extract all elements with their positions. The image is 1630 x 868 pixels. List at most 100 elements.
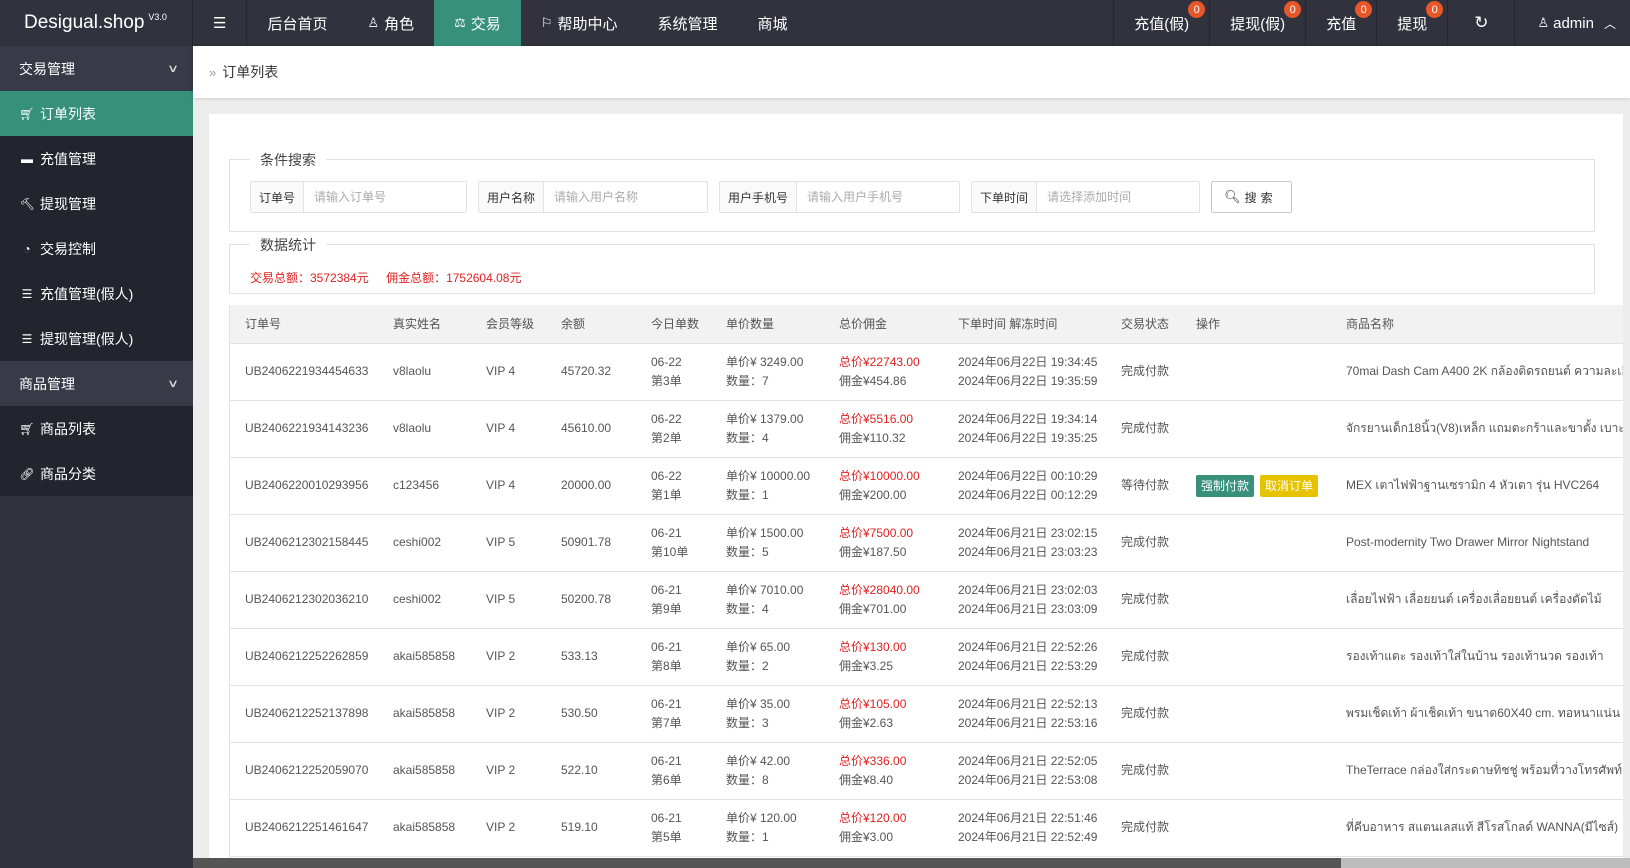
search-button[interactable]: 🔍︎ 搜索 xyxy=(1211,181,1292,213)
nav-help[interactable]: ⚐ 帮助中心 xyxy=(521,0,638,46)
product-name: พรมเช็ดเท้า ผ้าเช็ดเท้า ขนาด60X40 cm. ทอ… xyxy=(1346,706,1621,720)
quantity: 数量：4 xyxy=(726,430,769,445)
scale-icon: ⚖ xyxy=(454,15,466,30)
sidebar-item-goods-list[interactable]: 🛒︎ 商品列表 xyxy=(0,406,193,451)
order-sequence: 第9单 xyxy=(651,601,682,616)
order-date: 06-22 xyxy=(651,354,682,369)
order-sequence: 第5单 xyxy=(651,829,682,844)
unit-price: 单价¥ 1379.00 xyxy=(726,411,804,426)
sidebar-item-label: 提现管理 xyxy=(40,195,96,212)
order-time: 2024年06月21日 23:02:15 xyxy=(958,525,1098,540)
quantity: 数量：2 xyxy=(726,658,769,673)
order-date: 06-21 xyxy=(651,810,682,825)
nav-role[interactable]: ♙ 角色 xyxy=(347,0,434,46)
order-date: 06-21 xyxy=(651,639,682,654)
cancel-order-button[interactable]: 取消订单 xyxy=(1260,474,1319,497)
recharge-label: 充值 xyxy=(1326,15,1357,33)
chevron-down-icon: ∨ xyxy=(166,63,180,75)
force-pay-button[interactable]: 强制付款 xyxy=(1196,474,1255,497)
sidebar-group-label: 商品管理 xyxy=(19,375,75,392)
refresh-button[interactable]: ↻ xyxy=(1447,0,1514,46)
commission: 佣金¥3.00 xyxy=(839,829,894,844)
top-nav: ☰ 后台首页 ♙ 角色 ⚖ 交易 ⚐ 帮助中心 系统管理 商城 xyxy=(193,0,808,46)
sidebar-item-withdraw[interactable]: 🔨︎ 提现管理 xyxy=(0,181,193,226)
real-name: akai585858 xyxy=(393,649,456,663)
table-row: UB2406212302158445 ceshi002 VIP 5 50901.78 0… xyxy=(230,514,1623,572)
product-name: 70mai Dash Cam A400 2K กล้องติดรถยนต์ คว… xyxy=(1346,364,1623,378)
balance: 20000.00 xyxy=(561,478,612,492)
withdraw-button[interactable]: 提现 0 xyxy=(1376,0,1447,46)
unit-price: 单价¥ 10000.00 xyxy=(726,468,811,483)
gauge-icon: ◔ xyxy=(23,241,31,256)
header-right: 充值(假) 0 提现(假) 0 充值 0 提现 0 ↻ ♙ admin ︿ xyxy=(1113,0,1630,46)
fake-withdraw-button[interactable]: 提现(假) 0 xyxy=(1209,0,1305,46)
search-fieldset: 条件搜索 订单号 用户名称 用户手机号 下单时间 xyxy=(229,150,1595,232)
nav-help-label: 帮助中心 xyxy=(557,15,618,33)
real-name: ceshi002 xyxy=(393,592,442,606)
logo[interactable]: Desigual.shop V3.0 xyxy=(0,0,193,46)
order-sequence: 第8单 xyxy=(651,658,682,673)
sidebar-item-order-list[interactable]: 🛒︎ 订单列表 xyxy=(0,91,193,136)
horizontal-scrollbar[interactable] xyxy=(193,858,1630,868)
sidebar-item-fake-withdraw[interactable]: ☰ 提现管理(假人) xyxy=(0,316,193,361)
order-no-input[interactable] xyxy=(304,182,467,212)
member-level: VIP 2 xyxy=(486,820,516,834)
balance: 519.10 xyxy=(561,820,598,834)
sidebar-item-trade-control[interactable]: ◔ 交易控制 xyxy=(0,226,193,271)
content-panel: 条件搜索 订单号 用户名称 用户手机号 下单时间 xyxy=(209,114,1623,868)
unfreeze-time: 2024年06月21日 23:03:23 xyxy=(958,544,1098,559)
table-row: UB2406221934454633 v8laolu VIP 4 45720.32 06… xyxy=(230,343,1623,401)
nav-home[interactable]: 后台首页 xyxy=(247,0,347,46)
balance: 530.50 xyxy=(561,706,598,720)
user-menu[interactable]: ♙ admin ︿ xyxy=(1514,0,1630,46)
sidebar-item-label: 商品列表 xyxy=(40,420,96,437)
col-actions: 操作 xyxy=(1181,305,1331,344)
order-time-field: 下单时间 xyxy=(971,181,1201,213)
balance: 533.13 xyxy=(561,649,598,663)
nav-role-label: 角色 xyxy=(384,15,415,33)
fake-withdraw-label: 提现(假) xyxy=(1230,15,1286,33)
order-number: UB2406212252137898 xyxy=(245,706,369,720)
order-no-label: 订单号 xyxy=(251,182,305,212)
member-level: VIP 4 xyxy=(486,478,516,492)
scrollbar-thumb[interactable] xyxy=(193,858,1341,868)
nav-mall[interactable]: 商城 xyxy=(738,0,808,46)
recharge-badge: 0 xyxy=(1355,1,1373,18)
fake-recharge-button[interactable]: 充值(假) 0 xyxy=(1113,0,1209,46)
order-sequence: 第2单 xyxy=(651,430,682,445)
recharge-button[interactable]: 充值 0 xyxy=(1305,0,1376,46)
sidebar-group-trade[interactable]: 交易管理 ∨ xyxy=(0,46,193,91)
quantity: 数量：1 xyxy=(726,487,769,502)
order-number: UB2406212302036210 xyxy=(245,592,369,606)
nav-system[interactable]: 系统管理 xyxy=(637,0,737,46)
double-chevron-right-icon: » xyxy=(209,64,217,80)
table-row: UB2406212252137898 akai585858 VIP 2 530.50 0… xyxy=(230,685,1623,743)
sidebar-item-fake-recharge[interactable]: ☰ 充值管理(假人) xyxy=(0,271,193,316)
nav-trade[interactable]: ⚖ 交易 xyxy=(434,0,521,46)
order-time: 2024年06月22日 19:34:14 xyxy=(958,411,1098,426)
sidebar-group-label: 交易管理 xyxy=(19,60,75,77)
order-time-input[interactable] xyxy=(1037,182,1200,212)
phone-input[interactable] xyxy=(797,182,960,212)
real-name: ceshi002 xyxy=(393,535,442,549)
main-content: » 订单列表 条件搜索 订单号 用户名称 用户手机号 下单时间 xyxy=(193,46,1630,868)
order-date: 06-21 xyxy=(651,525,682,540)
product-name: Post-modernity Two Drawer Mirror Nightst… xyxy=(1346,535,1590,549)
breadcrumb: » 订单列表 xyxy=(193,46,1630,98)
order-date: 06-22 xyxy=(651,411,682,426)
quantity: 数量：1 xyxy=(726,829,769,844)
table-row: UB2406220010293956 c123456 VIP 4 20000.00 06… xyxy=(230,457,1623,515)
sidebar-group-goods[interactable]: 商品管理 ∨ xyxy=(0,361,193,406)
username-input[interactable] xyxy=(544,182,708,212)
member-level: VIP 2 xyxy=(486,649,516,663)
sidebar-item-label: 订单列表 xyxy=(40,105,96,122)
unfreeze-time: 2024年06月22日 19:35:25 xyxy=(958,430,1098,445)
sidebar-item-goods-category[interactable]: 🔗︎ 商品分类 xyxy=(0,451,193,496)
sidebar-toggle-button[interactable]: ☰ xyxy=(193,0,248,46)
order-number: UB2406221934454633 xyxy=(245,364,369,378)
sidebar-item-recharge[interactable]: ▬ 充值管理 xyxy=(0,136,193,181)
menu-fold-icon: ☰ xyxy=(213,15,227,32)
col-times: 下单时间 解冻时间 xyxy=(943,305,1106,344)
member-level: VIP 2 xyxy=(486,763,516,777)
table-body: UB2406221934454633 v8laolu VIP 4 45720.32 06… xyxy=(230,343,1623,857)
